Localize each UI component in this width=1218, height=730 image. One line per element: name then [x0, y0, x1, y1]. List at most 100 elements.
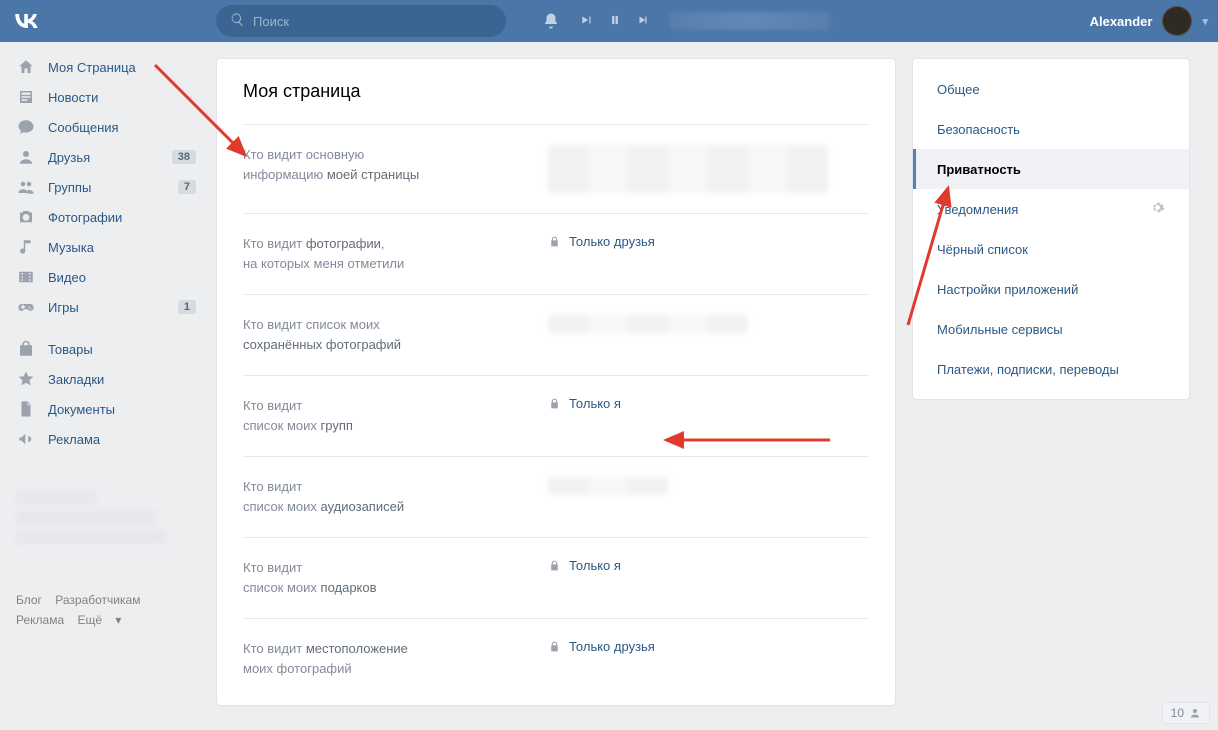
privacy-row-tagged-photos[interactable]: Кто видит фотографии, на которых меня от… — [243, 213, 869, 294]
settings-nav-item[interactable]: Чёрный список — [913, 229, 1189, 269]
ads-icon — [16, 429, 36, 449]
nav-label: Закладки — [48, 372, 196, 387]
settings-nav-item[interactable]: Общее — [913, 69, 1189, 109]
privacy-row-groups[interactable]: Кто видитсписок моих групп Только я — [243, 375, 869, 456]
chat-icon — [16, 117, 36, 137]
nav-goods[interactable]: Товары — [4, 334, 206, 364]
settings-nav-item[interactable]: Уведомления — [913, 189, 1189, 229]
next-track-icon[interactable] — [636, 13, 650, 30]
pause-icon[interactable] — [608, 13, 622, 30]
nav-label: Фотографии — [48, 210, 196, 225]
search-bar[interactable] — [216, 5, 506, 37]
nav-music[interactable]: Музыка — [4, 232, 206, 262]
row-value[interactable]: Только друзья — [548, 639, 869, 654]
online-counter[interactable]: 10 — [1162, 702, 1210, 724]
audio-player[interactable] — [580, 12, 830, 30]
game-icon — [16, 297, 36, 317]
privacy-row-saved-photos[interactable]: Кто видит список моихсохранённых фотогра… — [243, 294, 869, 375]
nav-news[interactable]: Новости — [4, 82, 206, 112]
avatar — [1162, 6, 1192, 36]
search-input[interactable] — [253, 14, 492, 29]
vk-logo[interactable] — [12, 7, 58, 35]
nav-label: Товары — [48, 342, 196, 357]
row-value[interactable]: Только я — [548, 558, 869, 573]
nav-bookmarks[interactable]: Закладки — [4, 364, 206, 394]
user-icon — [16, 147, 36, 167]
privacy-row-photo-location[interactable]: Кто видит местоположение моих фотографий… — [243, 618, 869, 699]
privacy-row-gifts[interactable]: Кто видитсписок моих подарков Только я — [243, 537, 869, 618]
group-icon — [16, 177, 36, 197]
row-value[interactable]: Только я — [548, 396, 869, 411]
nav-friends[interactable]: Друзья38 — [4, 142, 206, 172]
counter-value: 10 — [1171, 706, 1184, 720]
settings-nav-item[interactable]: Платежи, подписки, переводы — [913, 349, 1189, 389]
star-icon — [16, 369, 36, 389]
search-icon — [230, 12, 245, 30]
left-sidebar: Моя Страница Новости Сообщения Друзья38 … — [0, 42, 206, 706]
notifications-icon[interactable] — [542, 12, 560, 30]
nav-groups[interactable]: Группы 7 — [4, 172, 206, 202]
gear-icon[interactable] — [1150, 200, 1165, 218]
track-title-blurred — [670, 12, 830, 30]
footer-link-blog[interactable]: Блог — [16, 593, 42, 607]
bag-icon — [16, 339, 36, 359]
nav-label: Видео — [48, 270, 196, 285]
nav-label: Моя Страница — [48, 60, 196, 75]
nav-messages[interactable]: Сообщения — [4, 112, 206, 142]
header: Alexander ▾ — [0, 0, 1218, 42]
settings-nav-item[interactable]: Приватность — [913, 149, 1189, 189]
settings-nav-label: Безопасность — [937, 122, 1165, 137]
settings-nav-item[interactable]: Настройки приложений — [913, 269, 1189, 309]
settings-nav-label: Приватность — [937, 162, 1165, 177]
nav-video[interactable]: Видео — [4, 262, 206, 292]
nav-label: Игры — [48, 300, 166, 315]
privacy-row-basic-info[interactable]: Кто видит основнуюинформацию моей страни… — [243, 124, 869, 213]
sidebar-footer: Блог Разработчикам Реклама Ещё ▾ — [4, 490, 206, 630]
settings-nav: Общее Безопасность Приватность Уведомления Ч… — [912, 58, 1190, 400]
user-menu[interactable]: Alexander ▾ — [1090, 6, 1208, 36]
footer-link-more[interactable]: Ещё ▾ — [77, 613, 121, 627]
nav-games[interactable]: Игры 1 — [4, 292, 206, 322]
music-icon — [16, 237, 36, 257]
settings-nav-label: Общее — [937, 82, 1165, 97]
prev-track-icon[interactable] — [580, 13, 594, 30]
row-value[interactable]: Только друзья — [548, 234, 869, 249]
row-label: Кто видитсписок моих аудиозаписей — [243, 477, 548, 517]
settings-nav-item[interactable]: Безопасность — [913, 109, 1189, 149]
panel-title: Моя страница — [243, 81, 869, 102]
lock-icon — [548, 640, 561, 653]
user-icon — [1189, 707, 1201, 719]
chevron-down-icon: ▾ — [1202, 15, 1208, 28]
nav-label: Группы — [48, 180, 166, 195]
nav-label: Сообщения — [48, 120, 196, 135]
privacy-row-audio[interactable]: Кто видитсписок моих аудиозаписей — [243, 456, 869, 537]
row-label: Кто видитсписок моих подарков — [243, 558, 548, 598]
settings-nav-label: Платежи, подписки, переводы — [937, 362, 1165, 377]
row-label: Кто видитсписок моих групп — [243, 396, 548, 436]
row-value[interactable] — [548, 315, 869, 333]
settings-nav-label: Настройки приложений — [937, 282, 1165, 297]
nav-my-page[interactable]: Моя Страница — [4, 52, 206, 82]
nav-label: Реклама — [48, 432, 196, 447]
privacy-settings-panel: Моя страница Кто видит основнуюинформаци… — [216, 58, 896, 706]
nav-documents[interactable]: Документы — [4, 394, 206, 424]
footer-link-ads[interactable]: Реклама — [16, 613, 64, 627]
row-label: Кто видит основнуюинформацию моей страни… — [243, 145, 548, 185]
row-label: Кто видит фотографии, на которых меня от… — [243, 234, 548, 274]
settings-nav-item[interactable]: Мобильные сервисы — [913, 309, 1189, 349]
nav-badge: 7 — [178, 180, 196, 194]
news-icon — [16, 87, 36, 107]
nav-badge: 1 — [178, 300, 196, 314]
footer-link-devs[interactable]: Разработчикам — [55, 593, 140, 607]
row-label: Кто видит список моихсохранённых фотогра… — [243, 315, 548, 355]
row-value[interactable] — [548, 477, 869, 495]
row-label: Кто видит местоположение моих фотографий — [243, 639, 548, 679]
photo-icon — [16, 207, 36, 227]
nav-ads[interactable]: Реклама — [4, 424, 206, 454]
lock-icon — [548, 559, 561, 572]
nav-photos[interactable]: Фотографии — [4, 202, 206, 232]
home-icon — [16, 57, 36, 77]
settings-nav-label: Уведомления — [937, 202, 1150, 217]
row-value[interactable] — [548, 145, 869, 193]
nav-label: Документы — [48, 402, 196, 417]
